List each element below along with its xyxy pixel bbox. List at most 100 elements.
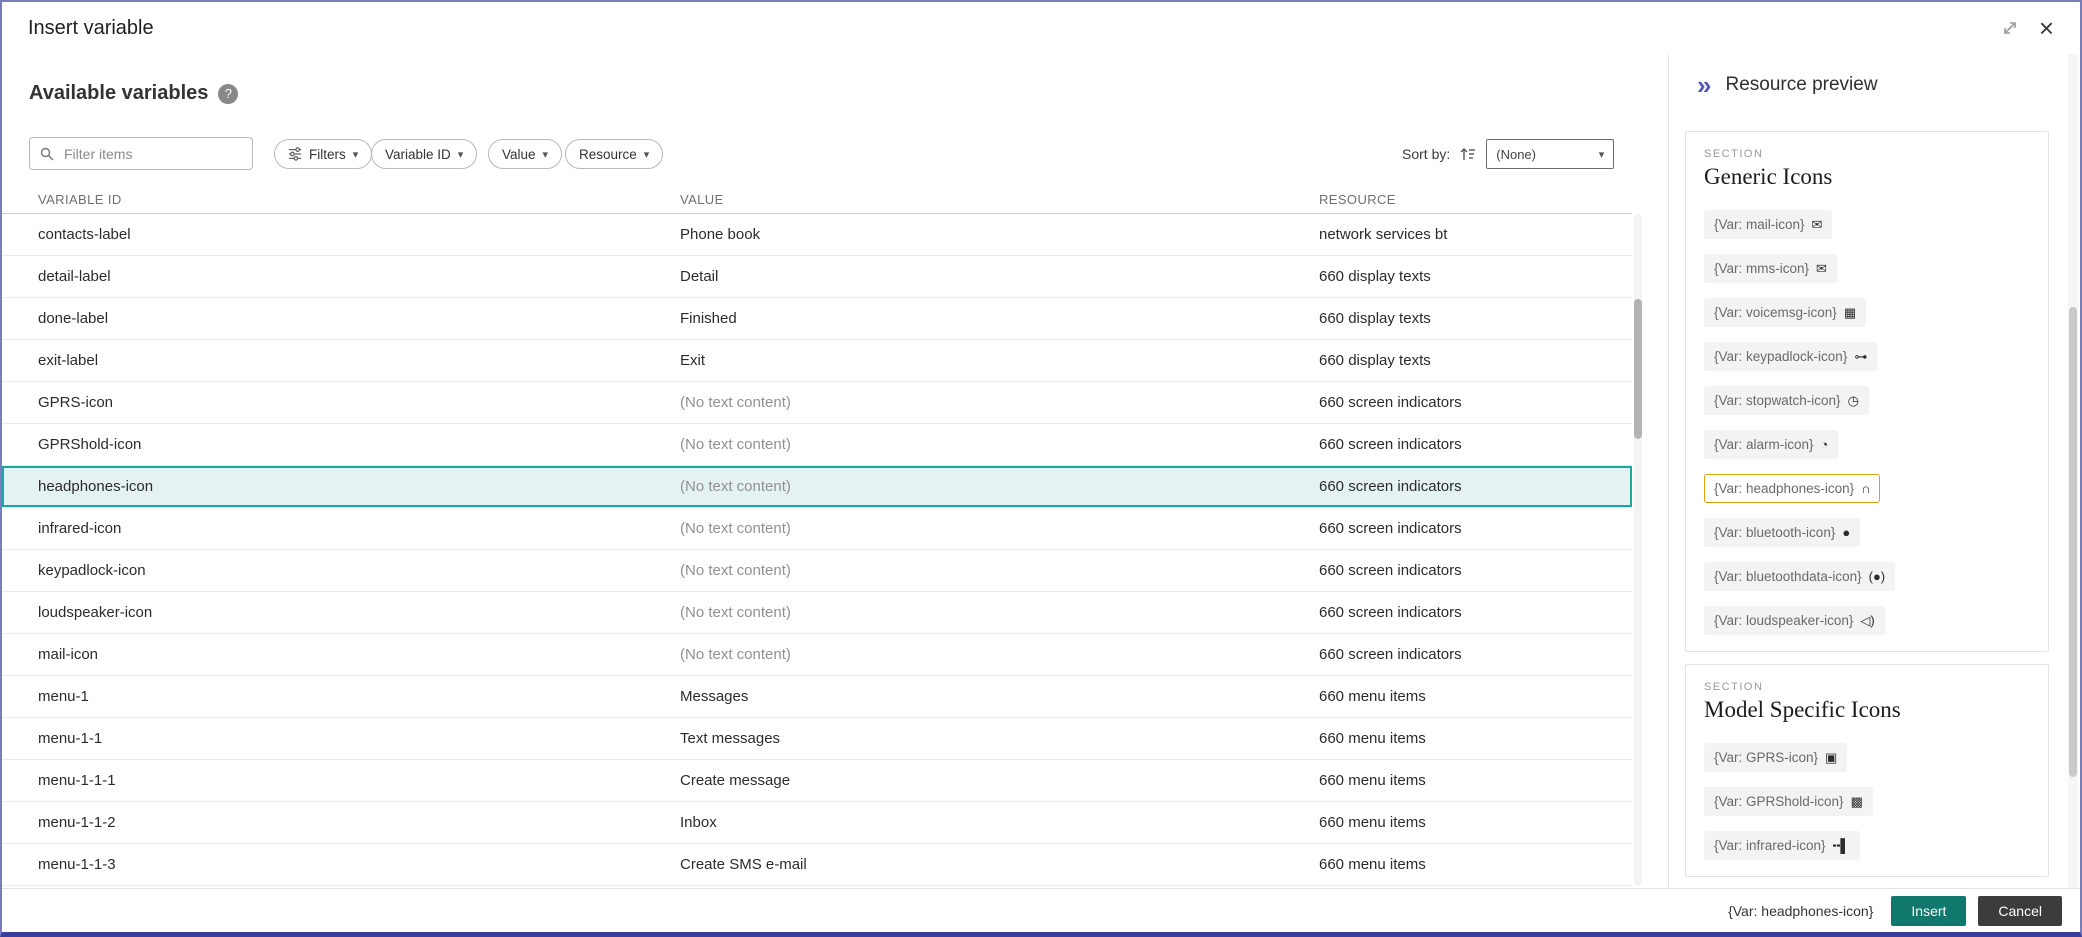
row-value: Phone book [680, 226, 1319, 243]
mail-icon: ✉ [1812, 217, 1823, 233]
variable-chip-gprshold[interactable]: {Var: GPRShold-icon} ▩ [1704, 787, 1873, 816]
chip-label: {Var: bluetoothdata-icon} [1714, 569, 1862, 584]
sort-by-label: Sort by: [1402, 146, 1450, 162]
row-value: (No text content) [680, 394, 1319, 411]
row-variable-id: mail-icon [38, 646, 680, 663]
variable-chip-voicemsg[interactable]: {Var: voicemsg-icon} ▦ [1704, 298, 1866, 327]
row-variable-id: keypadlock-icon [38, 562, 680, 579]
table-row[interactable]: GPRS-icon (No text content) 660 screen i… [2, 382, 1632, 424]
variable-chip-infrared[interactable]: {Var: infrared-icon} ╍▌ [1704, 831, 1860, 860]
variable-chip-alarm[interactable]: {Var: alarm-icon} ◔ [1704, 430, 1838, 459]
section-generic-icons: SECTION Generic Icons {Var: mail-icon} ✉… [1685, 131, 2049, 652]
table-row[interactable]: menu-1-1-1 Create message 660 menu items [2, 760, 1632, 802]
table-row[interactable]: contacts-label Phone book network servic… [2, 214, 1632, 256]
table-row[interactable]: loudspeaker-icon (No text content) 660 s… [2, 592, 1632, 634]
variable-chip-loudspeaker[interactable]: {Var: loudspeaker-icon} ◁) [1704, 606, 1885, 635]
filter-toolbar: Filters ▾ Variable ID ▾ Value ▾ Resource… [2, 137, 1668, 171]
value-dropdown[interactable]: Value ▾ [488, 139, 562, 169]
section-label: SECTION [1704, 681, 2030, 693]
row-variable-id: done-label [38, 310, 680, 327]
sort-by-value: (None) [1496, 147, 1536, 162]
section-model-specific-icons: SECTION Model Specific Icons {Var: GPRS-… [1685, 664, 2049, 877]
table-row[interactable]: detail-label Detail 660 display texts [2, 256, 1632, 298]
table-row-selected[interactable]: headphones-icon (No text content) 660 sc… [2, 466, 1632, 508]
table-row[interactable]: keypadlock-icon (No text content) 660 sc… [2, 550, 1632, 592]
keypadlock-icon: ⊶ [1854, 349, 1867, 365]
variable-chip-mms[interactable]: {Var: mms-icon} ✉ [1704, 254, 1837, 283]
table-row[interactable]: menu-1-1 Text messages 660 menu items [2, 718, 1632, 760]
section-heading: Model Specific Icons [1704, 697, 2030, 723]
sort-by-select[interactable]: (None) ▾ [1486, 139, 1614, 169]
resource-preview-title: Resource preview [1725, 74, 1877, 96]
variable-chip-headphones-selected[interactable]: {Var: headphones-icon} ∩ [1704, 474, 1880, 503]
table-row[interactable]: menu-1 Messages 660 menu items [2, 676, 1632, 718]
bluetoothdata-icon: (●) [1869, 569, 1886, 584]
row-resource: 660 display texts [1319, 310, 1632, 327]
chip-label: {Var: mail-icon} [1714, 217, 1805, 232]
column-header-variable-id[interactable]: VARIABLE ID [38, 192, 680, 207]
variable-chip-gprs[interactable]: {Var: GPRS-icon} ▣ [1704, 743, 1847, 772]
filter-search[interactable] [29, 137, 253, 170]
row-variable-id: menu-1-1 [38, 730, 680, 747]
chip-label: {Var: headphones-icon} [1714, 481, 1854, 496]
help-icon[interactable]: ? [218, 84, 238, 104]
row-variable-id: contacts-label [38, 226, 680, 243]
table-row[interactable]: done-label Finished 660 display texts [2, 298, 1632, 340]
variable-id-dropdown[interactable]: Variable ID ▾ [371, 139, 477, 169]
row-value: Exit [680, 352, 1319, 369]
available-variables-title: Available variables [29, 82, 208, 105]
variable-chip-stopwatch[interactable]: {Var: stopwatch-icon} ◷ [1704, 386, 1869, 415]
row-value: (No text content) [680, 562, 1319, 579]
variable-chip-bluetoothdata[interactable]: {Var: bluetoothdata-icon} (●) [1704, 562, 1895, 591]
close-icon[interactable]: × [2039, 19, 2054, 37]
preview-scrollbar-thumb[interactable] [2069, 307, 2077, 777]
row-resource: 660 screen indicators [1319, 520, 1632, 537]
collapse-panel-icon[interactable]: » [1697, 74, 1711, 96]
mms-icon: ✉ [1816, 261, 1827, 277]
variable-id-dropdown-label: Variable ID [385, 147, 451, 162]
row-variable-id: infrared-icon [38, 520, 680, 537]
table-row[interactable]: mail-icon (No text content) 660 screen i… [2, 634, 1632, 676]
cancel-button[interactable]: Cancel [1978, 896, 2062, 926]
row-value: Messages [680, 688, 1319, 705]
table-row[interactable]: menu-1-1-2 Inbox 660 menu items [2, 802, 1632, 844]
search-icon [40, 147, 54, 161]
row-resource: 660 menu items [1319, 772, 1632, 789]
sort-icon[interactable] [1459, 145, 1477, 163]
chip-label: {Var: alarm-icon} [1714, 437, 1814, 452]
insert-button[interactable]: Insert [1891, 896, 1966, 926]
variable-chip-mail[interactable]: {Var: mail-icon} ✉ [1704, 210, 1832, 239]
chip-label: {Var: loudspeaker-icon} [1714, 613, 1853, 628]
resource-dropdown[interactable]: Resource ▾ [565, 139, 663, 169]
variable-chip-keypadlock[interactable]: {Var: keypadlock-icon} ⊶ [1704, 342, 1877, 371]
GPRS-icon: ▣ [1825, 750, 1837, 766]
filter-items-input[interactable] [62, 145, 247, 163]
chip-label: {Var: GPRShold-icon} [1714, 794, 1844, 809]
variable-chip-bluetooth[interactable]: {Var: bluetooth-icon} ● [1704, 518, 1860, 547]
row-variable-id: menu-1 [38, 688, 680, 705]
row-value: Text messages [680, 730, 1319, 747]
GPRShold-icon: ▩ [1851, 794, 1863, 810]
sort-by-control: Sort by: (None) ▾ [1402, 139, 1614, 169]
table-row[interactable]: infrared-icon (No text content) 660 scre… [2, 508, 1632, 550]
table-scrollbar-thumb[interactable] [1634, 299, 1642, 439]
row-value: Create SMS e-mail [680, 856, 1319, 873]
expand-dialog-icon[interactable] [2001, 19, 2019, 37]
column-header-value[interactable]: VALUE [680, 192, 1319, 207]
table-row[interactable]: exit-label Exit 660 display texts [2, 340, 1632, 382]
filters-dropdown[interactable]: Filters ▾ [274, 139, 372, 169]
row-variable-id: GPRShold-icon [38, 436, 680, 453]
table-row[interactable]: menu-1-1-3 Create SMS e-mail 660 menu it… [2, 844, 1632, 886]
preview-scrollbar[interactable] [2068, 54, 2078, 888]
window-controls: × [2001, 19, 2054, 37]
dialog-footer: {Var: headphones-icon} Insert Cancel [2, 888, 2080, 932]
alarm-icon: ◔ [1821, 437, 1829, 452]
table-scrollbar[interactable] [1634, 214, 1642, 886]
column-header-resource[interactable]: RESOURCE [1319, 192, 1632, 207]
row-variable-id: exit-label [38, 352, 680, 369]
available-variables-panel: Available variables ? [2, 54, 1668, 888]
row-resource: 660 screen indicators [1319, 562, 1632, 579]
row-value: Inbox [680, 814, 1319, 831]
row-resource: 660 display texts [1319, 268, 1632, 285]
table-row[interactable]: GPRShold-icon (No text content) 660 scre… [2, 424, 1632, 466]
